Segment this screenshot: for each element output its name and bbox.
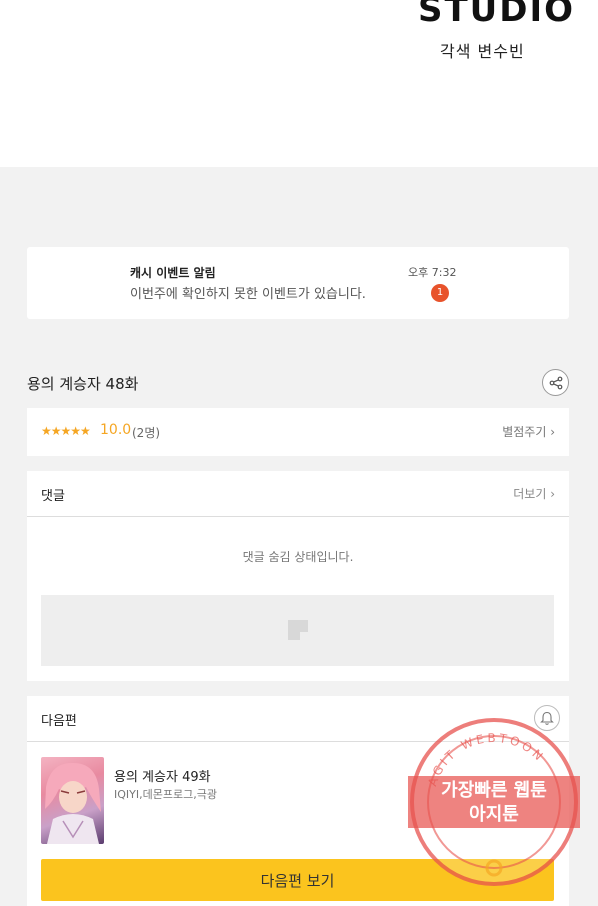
- comment-note-icon: [288, 620, 308, 640]
- top-banner: STUDIO 각색 변수빈: [0, 0, 598, 167]
- notice-title: 캐시 이벤트 알림: [130, 266, 216, 280]
- rating-card: ★★★★★ 10.0 (2명) 별점주기 ›: [27, 408, 569, 456]
- notice-time: 오후 7:32: [408, 266, 457, 279]
- comment-input-box[interactable]: [41, 595, 554, 666]
- divider: [27, 516, 569, 517]
- notice-message: 이번주에 확인하지 못한 이벤트가 있습니다.: [130, 287, 366, 302]
- divider: [27, 741, 569, 742]
- rating-score: 10.0: [100, 422, 132, 438]
- notify-bell-button[interactable]: [534, 705, 560, 731]
- rating-count: (2명): [132, 426, 161, 440]
- episode-title: 용의 계승자 48화: [27, 375, 139, 393]
- rate-button[interactable]: 별점주기 ›: [502, 423, 555, 440]
- next-episode-button[interactable]: 다음편 보기: [41, 859, 554, 901]
- comments-more-link[interactable]: 더보기 ›: [513, 485, 555, 502]
- cash-event-notice[interactable]: 캐시 이벤트 알림 이번주에 확인하지 못한 이벤트가 있습니다. 오후 7:3…: [27, 247, 569, 319]
- next-episode-thumbnail[interactable]: [41, 757, 104, 844]
- notice-count-badge: 1: [431, 284, 449, 302]
- share-button[interactable]: [542, 369, 569, 396]
- next-episode-authors: IQIYI,데몬프로그,극광: [114, 788, 217, 801]
- next-episode-card: 다음편 용의 계승자 49화 IQIYI,데몬프로그,극광 다음편 보기: [27, 696, 569, 906]
- studio-logo: STUDIO: [418, 0, 576, 30]
- comments-card: 댓글 더보기 › 댓글 숨김 상태입니다.: [27, 471, 569, 681]
- comments-hidden-message: 댓글 숨김 상태입니다.: [242, 550, 354, 564]
- share-icon: [549, 376, 562, 389]
- comments-heading: 댓글: [41, 489, 65, 504]
- next-episode-heading: 다음편: [41, 714, 77, 729]
- next-episode-title[interactable]: 용의 계승자 49화: [114, 766, 211, 785]
- character-illustration: [45, 762, 101, 844]
- bell-icon: [540, 711, 554, 725]
- rating-stars: ★★★★★: [41, 424, 91, 438]
- credit-text: 각색 변수빈: [440, 42, 525, 61]
